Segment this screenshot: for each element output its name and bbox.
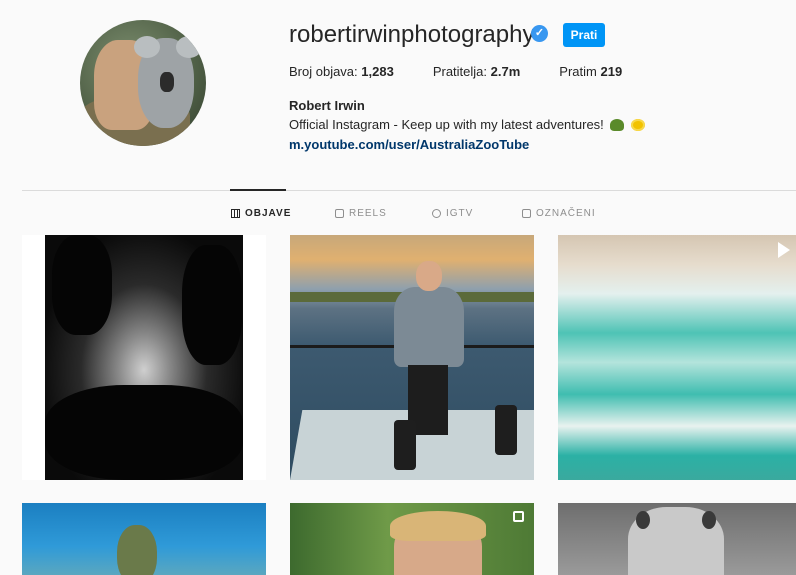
tab-tagged[interactable]: OZNAČENI bbox=[522, 208, 596, 219]
tab-tagged-label: OZNAČENI bbox=[536, 208, 596, 219]
post-image-person-head bbox=[416, 261, 442, 291]
profile-avatar[interactable] bbox=[80, 20, 206, 146]
avatar-koala-ear bbox=[176, 36, 202, 58]
video-play-icon bbox=[778, 242, 790, 258]
tab-igtv-label: IGTV bbox=[446, 208, 474, 219]
post-thumbnail[interactable] bbox=[22, 503, 266, 575]
tab-igtv[interactable]: IGTV bbox=[432, 208, 473, 219]
tab-posts[interactable]: OBJAVE bbox=[231, 208, 291, 219]
avatar-koala-ear bbox=[134, 36, 160, 58]
grid-icon bbox=[231, 209, 240, 218]
post-image-foliage bbox=[182, 245, 242, 365]
reels-icon bbox=[335, 209, 344, 218]
verified-badge-icon: ✓ bbox=[531, 25, 548, 42]
post-image-turtle bbox=[117, 525, 157, 575]
stat-followers-label: Pratitelja: bbox=[432, 64, 488, 79]
stat-posts-label: Broj objava: bbox=[289, 64, 358, 79]
post-image-foliage bbox=[45, 385, 243, 480]
tabs-divider bbox=[22, 190, 796, 191]
stat-posts: Broj objava: 1,283 bbox=[289, 64, 394, 79]
profile-bio-text: Official Instagram - Keep up with my lat… bbox=[289, 117, 604, 132]
turtle-emoji-icon bbox=[610, 119, 625, 131]
post-image-foliage bbox=[52, 235, 112, 335]
profile-stats: Broj objava: 1,283 Pratitelja: 2.7m Prat… bbox=[289, 64, 661, 79]
profile-username: robertirwinphotography bbox=[289, 21, 535, 48]
stat-followers[interactable]: Pratitelja: 2.7m bbox=[433, 64, 520, 79]
post-image-person bbox=[394, 287, 464, 367]
stat-posts-value: 1,283 bbox=[361, 64, 394, 79]
post-image-bollard bbox=[394, 420, 416, 470]
profile-bio: Official Instagram - Keep up with my lat… bbox=[289, 117, 646, 132]
stat-followers-value: 2.7m bbox=[490, 64, 521, 79]
post-thumbnail[interactable] bbox=[558, 235, 796, 480]
igtv-icon bbox=[432, 209, 441, 218]
carousel-icon bbox=[513, 511, 524, 522]
sun-emoji-icon bbox=[631, 119, 646, 131]
tagged-icon bbox=[522, 209, 531, 218]
post-thumbnail[interactable] bbox=[290, 235, 534, 480]
stat-following-value: 219 bbox=[600, 64, 623, 79]
post-image-hair bbox=[390, 511, 486, 541]
tab-reels-label: REELS bbox=[349, 208, 387, 219]
post-thumbnail[interactable] bbox=[558, 503, 796, 575]
post-image-bollard bbox=[495, 405, 517, 455]
stat-following-label: Pratim bbox=[559, 64, 597, 79]
profile-external-link[interactable]: m.youtube.com/user/AustraliaZooTube bbox=[289, 137, 529, 152]
post-thumbnail[interactable] bbox=[22, 235, 266, 480]
avatar-koala-nose bbox=[160, 72, 174, 92]
tab-reels[interactable]: REELS bbox=[335, 208, 387, 219]
post-image-rhino-ear bbox=[702, 511, 716, 529]
profile-full-name: Robert Irwin bbox=[289, 98, 365, 113]
stat-following[interactable]: Pratim 219 bbox=[559, 64, 622, 79]
active-tab-indicator bbox=[230, 189, 286, 191]
post-thumbnail[interactable] bbox=[290, 503, 534, 575]
post-image-rhino-ear bbox=[636, 511, 650, 529]
follow-button[interactable]: Prati bbox=[563, 23, 605, 47]
tab-posts-label: OBJAVE bbox=[245, 208, 292, 219]
